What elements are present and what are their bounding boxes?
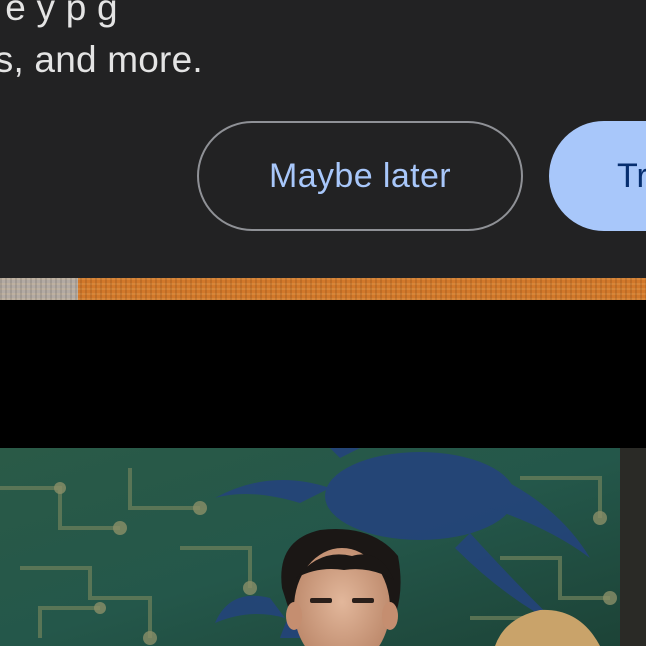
promo-card: g e y p g es, and more. Maybe later Tr — [0, 0, 646, 278]
try-button[interactable]: Tr — [549, 121, 646, 231]
promo-description-line-1: g e y p g — [0, 0, 118, 28]
photo-strip — [0, 278, 646, 300]
promo-description: g e y p g es, and more. — [0, 0, 203, 86]
black-separator — [0, 300, 646, 448]
photo-image — [0, 448, 646, 646]
maybe-later-label: Maybe later — [268, 156, 452, 195]
promo-description-line-2: es, and more. — [0, 39, 203, 80]
maybe-later-button[interactable]: Maybe later — [197, 121, 523, 231]
photo-thumbnail[interactable] — [0, 448, 646, 646]
try-button-label: Tr — [617, 156, 646, 195]
screen: g e y p g es, and more. Maybe later Tr — [0, 0, 646, 646]
